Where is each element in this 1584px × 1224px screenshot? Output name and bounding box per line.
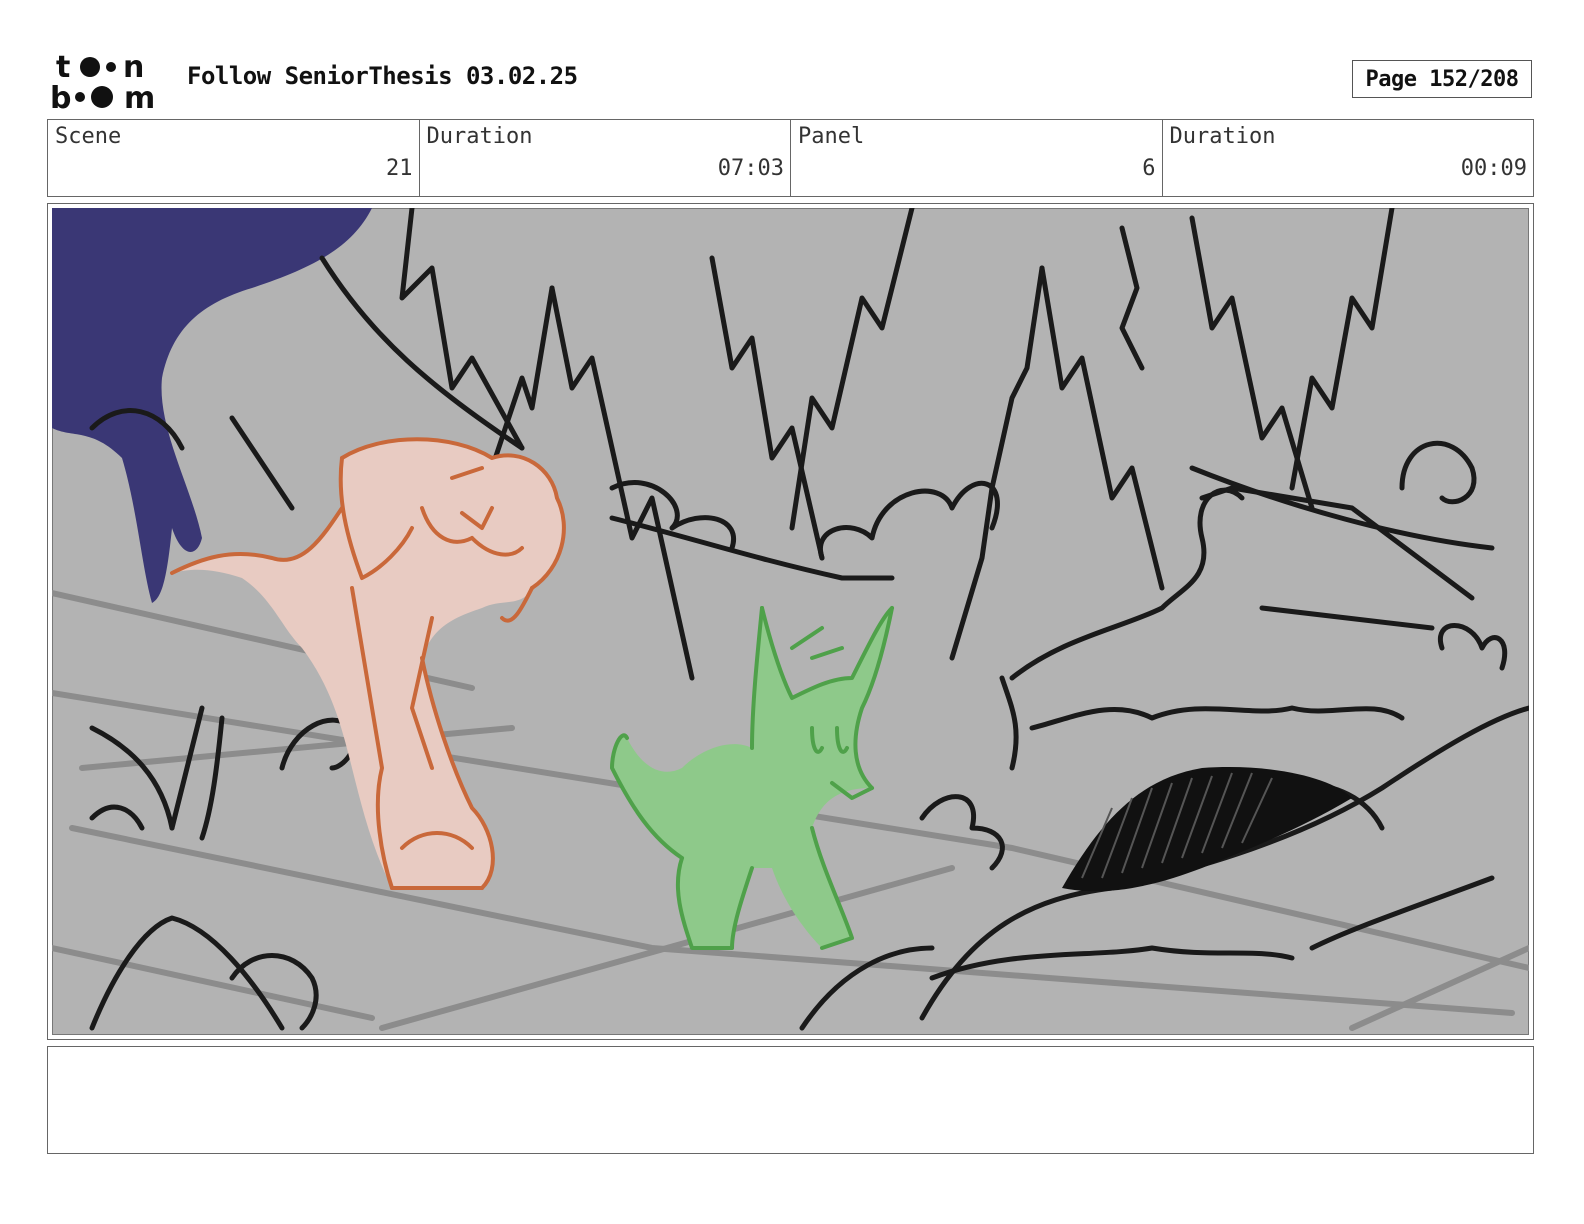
svg-text:n: n: [123, 50, 144, 85]
panel-duration-label: Duration: [1169, 124, 1276, 149]
storyboard-title: Follow SeniorThesis 03.02.25: [187, 62, 578, 90]
panel-duration-value: 00:09: [1460, 156, 1527, 181]
scene-label: Scene: [55, 124, 122, 149]
svg-text:b: b: [50, 81, 71, 112]
panel-duration-cell: Duration 00:09: [1163, 120, 1534, 196]
svg-text:m: m: [124, 81, 155, 112]
panel-drawing: [52, 208, 1529, 1035]
scene-duration-cell: Duration 07:03: [420, 120, 791, 196]
toon-boom-logo: t n b m: [50, 50, 155, 112]
storyboard-panel: [47, 203, 1534, 1040]
scene-value: 21: [386, 156, 413, 181]
panel-cell: Panel 6: [791, 120, 1163, 196]
scene-duration-label: Duration: [426, 124, 533, 149]
scene-cell: Scene 21: [48, 120, 420, 196]
svg-text:t: t: [56, 50, 70, 85]
panel-notes-box: [47, 1046, 1534, 1154]
panel-info-table: Scene 21 Duration 07:03 Panel 6 Duration…: [47, 119, 1534, 197]
panel-value: 6: [1142, 156, 1156, 181]
panel-label: Panel: [798, 124, 865, 149]
page-number: Page 152/208: [1352, 60, 1532, 98]
scene-duration-value: 07:03: [717, 156, 784, 181]
